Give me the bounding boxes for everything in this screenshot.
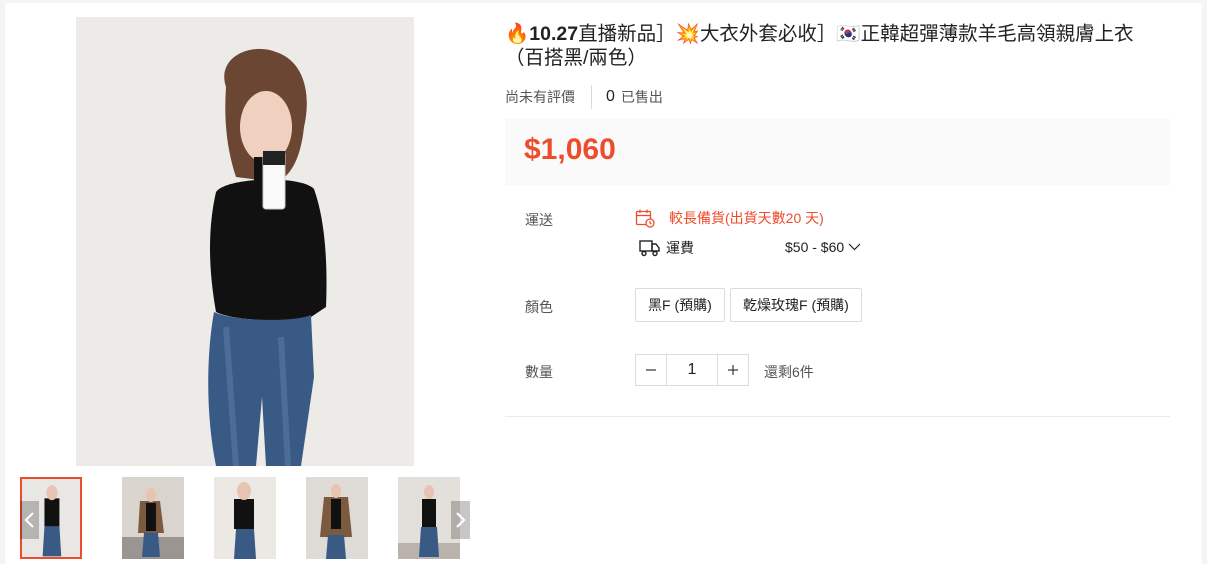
chevron-down-icon [848,243,861,251]
title-emoji: 🔥 [505,23,530,45]
thumbnail-next-button[interactable] [451,501,470,539]
shipping-fee-dropdown[interactable]: $50 - $60 [785,239,861,255]
title-text-line2: （百搭黑/兩色） [505,47,647,69]
model-illustration [76,17,414,466]
stock-remaining: 還剩6件 [764,364,814,380]
product-stats: 尚未有評價 0 已售出 [505,85,663,109]
shipping-label: 運送 [525,212,553,228]
rating-text[interactable]: 尚未有評價 [505,87,575,107]
price: $1,060 [524,133,616,166]
product-title: 🔥10.27直播新品］💥大衣外套必收］🇰🇷正韓超彈薄款羊毛高領親膚上衣 （百搭黑/… [505,22,1165,70]
quantity-increase-button[interactable] [717,354,749,386]
stats-divider [591,85,592,109]
thumbnail-image[interactable] [122,477,184,559]
shipping-fee: 運費 [639,238,694,258]
color-label: 顏色 [525,299,553,315]
thumbnail-image[interactable] [214,477,276,559]
quantity-decrease-button[interactable] [635,354,667,386]
sold-count: 0 [606,88,615,105]
plus-icon [728,365,738,375]
chevron-left-icon [24,512,34,528]
thumbnail-strip [20,477,470,559]
color-option-rose[interactable]: 乾燥玫瑰F (預購) [730,288,862,322]
shipping-warning-text: 較長備貨(出貨天數20 天) [669,210,824,226]
thumbnail-image[interactable] [306,477,368,559]
color-option-black[interactable]: 黑F (預購) [635,288,725,322]
quantity-input[interactable]: 1 [667,354,717,386]
sold-label: 已售出 [620,89,663,105]
title-text: 直播新品］💥大衣外套必收］🇰🇷正韓超彈薄款羊毛高領親膚上衣 [578,23,1134,45]
shipping-fee-label: 運費 [666,240,694,256]
title-bold-text: 10.27 [529,23,579,45]
calendar-clock-icon [635,209,655,228]
minus-icon [646,369,656,371]
chevron-right-icon [456,512,466,528]
truck-icon [639,240,660,257]
price-box: $1,060 [505,119,1170,185]
quantity-label: 數量 [525,364,553,380]
main-product-image[interactable] [76,17,414,466]
shipping-fee-range: $50 - $60 [785,239,845,255]
quantity-stepper: 1 [635,354,749,386]
section-divider [505,416,1170,417]
shipping-warning: 較長備貨(出貨天數20 天) [635,208,824,228]
thumbnail-prev-button[interactable] [20,501,39,539]
